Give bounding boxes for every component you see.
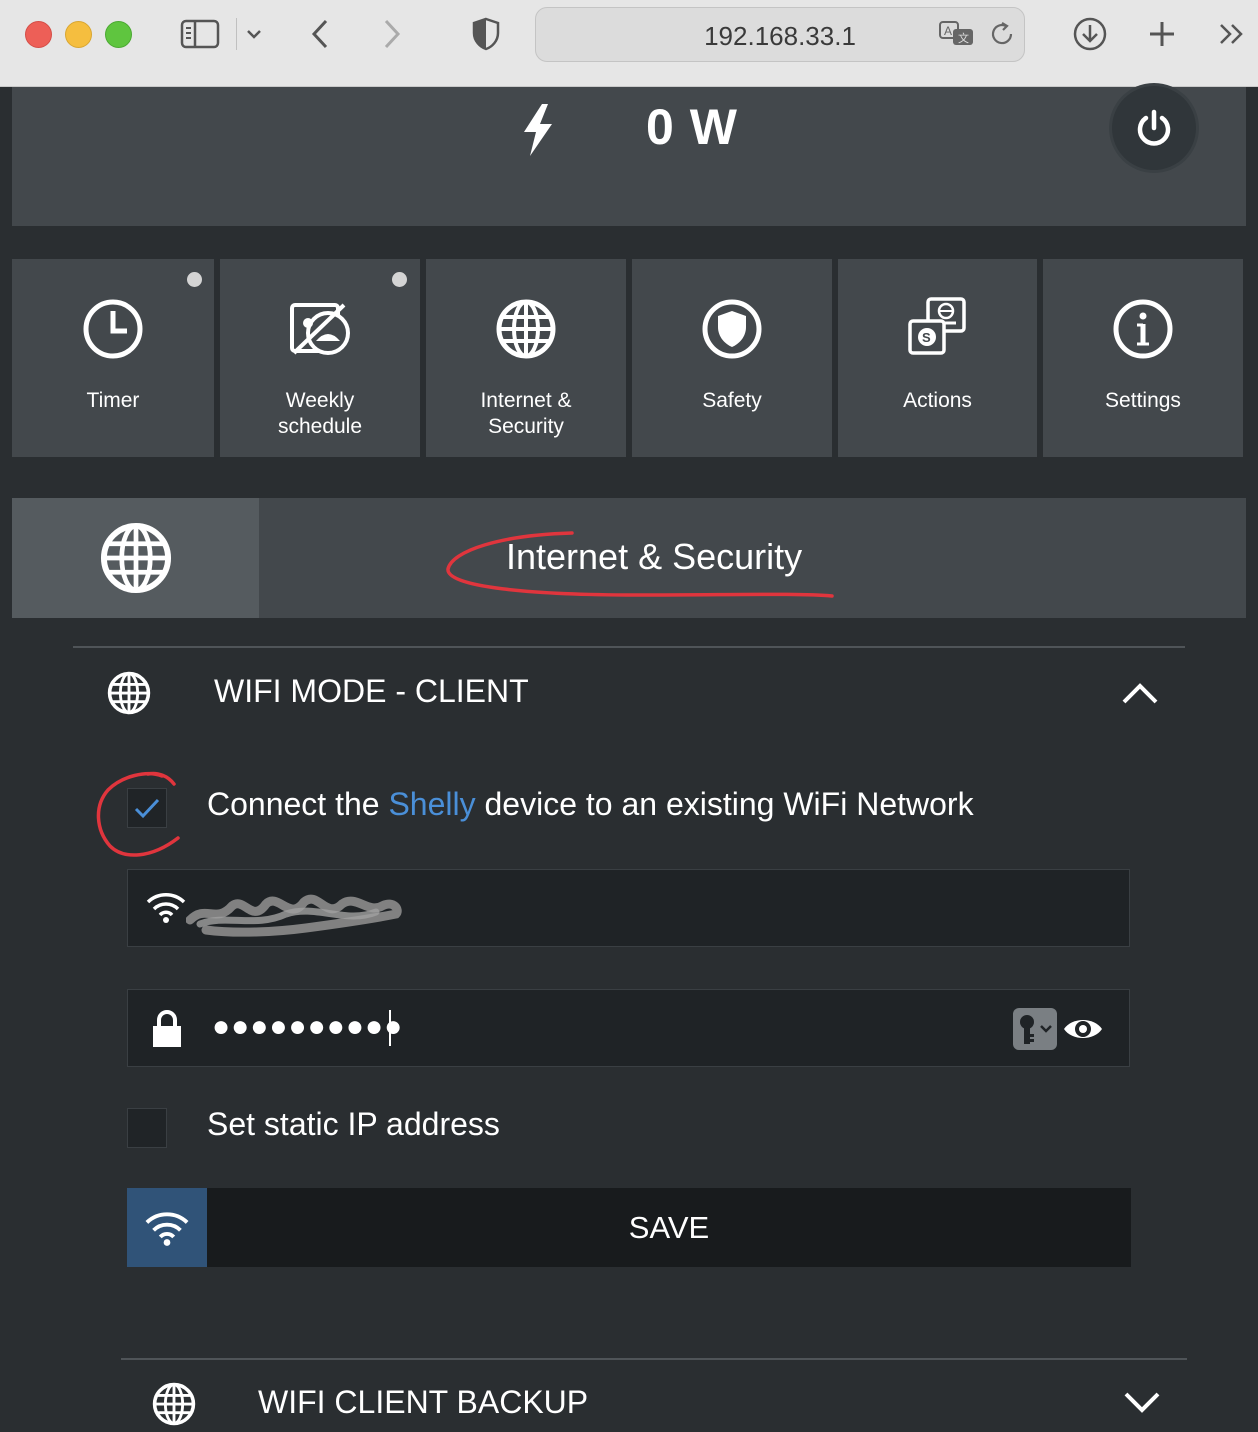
status-dot bbox=[187, 272, 202, 287]
static-ip-label[interactable]: Set static IP address bbox=[207, 1106, 500, 1143]
zoom-window-button[interactable] bbox=[105, 21, 132, 48]
translate-icon[interactable]: A文 bbox=[938, 20, 976, 53]
svg-text:A: A bbox=[944, 24, 952, 38]
redacted-ssid-scribble bbox=[186, 894, 402, 937]
red-annotation-circle bbox=[96, 771, 180, 857]
downloads-icon[interactable] bbox=[1070, 14, 1110, 54]
power-reading: 0 W bbox=[646, 99, 738, 155]
red-annotation-underline bbox=[446, 531, 834, 598]
tile-actions[interactable]: S Actions bbox=[838, 259, 1037, 457]
lightning-bolt-icon bbox=[520, 104, 556, 161]
connect-label-suffix: device to an existing WiFi Network bbox=[475, 786, 974, 822]
back-arrow-icon[interactable] bbox=[300, 14, 340, 54]
tile-settings[interactable]: Settings bbox=[1043, 259, 1243, 457]
tile-label: Weekly schedule bbox=[277, 389, 363, 438]
sidebar-toggle-icon[interactable] bbox=[180, 14, 220, 54]
info-icon bbox=[1043, 297, 1243, 361]
section-globe-icon bbox=[12, 498, 259, 618]
close-window-button[interactable] bbox=[25, 21, 52, 48]
tile-weekly-schedule[interactable]: Weekly schedule bbox=[220, 259, 420, 457]
tile-safety[interactable]: Safety bbox=[632, 259, 832, 457]
save-label: SAVE bbox=[628, 1210, 710, 1245]
tile-internet-security[interactable]: Internet & Security bbox=[426, 259, 626, 457]
text-cursor bbox=[389, 1010, 391, 1046]
save-wifi-icon bbox=[127, 1188, 207, 1267]
tile-label: Timer bbox=[86, 389, 140, 412]
tile-label: Actions bbox=[903, 389, 972, 412]
save-button[interactable]: SAVE bbox=[127, 1188, 1131, 1267]
chevron-up-icon[interactable] bbox=[1120, 676, 1160, 713]
lock-icon bbox=[152, 1010, 182, 1053]
ssid-field[interactable] bbox=[127, 869, 1130, 947]
svg-text:文: 文 bbox=[958, 31, 969, 45]
privacy-shield-icon[interactable] bbox=[466, 14, 506, 54]
forward-arrow-icon[interactable] bbox=[372, 14, 412, 54]
actions-icon: S bbox=[838, 297, 1037, 361]
chevron-down-icon[interactable] bbox=[1122, 1388, 1162, 1423]
tile-label: Internet & Security bbox=[480, 389, 572, 438]
new-tab-plus-icon[interactable] bbox=[1142, 14, 1182, 54]
static-ip-checkbox[interactable] bbox=[127, 1108, 167, 1148]
accordion-divider bbox=[73, 646, 1185, 648]
password-field[interactable]: ●●●●●●●●●● bbox=[127, 989, 1130, 1067]
wifi-icon bbox=[146, 890, 186, 929]
power-icon bbox=[1137, 109, 1171, 146]
chevron-down-icon[interactable] bbox=[236, 14, 272, 54]
power-header-panel bbox=[12, 87, 1246, 226]
more-toolbar-chevrons-icon[interactable] bbox=[1212, 14, 1252, 54]
wifi-client-globe-icon bbox=[106, 670, 152, 721]
minimize-window-button[interactable] bbox=[65, 21, 92, 48]
wifi-client-title[interactable]: WIFI MODE - CLIENT bbox=[214, 673, 529, 710]
browser-toolbar: 192.168.33.1 A文 bbox=[0, 0, 1258, 87]
power-toggle-button[interactable] bbox=[1112, 86, 1196, 170]
tile-label: Safety bbox=[702, 389, 762, 412]
schedule-off-icon bbox=[220, 297, 420, 361]
brand-name: Shelly bbox=[388, 786, 476, 822]
tile-label: Settings bbox=[1105, 389, 1181, 412]
wifi-backup-title[interactable]: WIFI CLIENT BACKUP bbox=[258, 1384, 588, 1421]
address-bar[interactable]: 192.168.33.1 A文 bbox=[535, 7, 1025, 62]
show-password-eye-icon[interactable] bbox=[1062, 1014, 1104, 1049]
connect-wifi-label[interactable]: Connect the Shelly device to an existing… bbox=[207, 786, 974, 823]
globe-icon bbox=[426, 297, 626, 361]
tile-timer[interactable]: Timer bbox=[12, 259, 214, 457]
accordion-divider bbox=[121, 1358, 1187, 1360]
password-manager-key-icon[interactable] bbox=[1013, 1008, 1057, 1050]
connect-label-prefix: Connect the bbox=[207, 786, 389, 822]
svg-text:S: S bbox=[922, 330, 931, 345]
shield-icon bbox=[632, 297, 832, 361]
wifi-backup-globe-icon bbox=[151, 1381, 197, 1432]
password-value: ●●●●●●●●●● bbox=[212, 1010, 404, 1043]
reload-icon[interactable] bbox=[988, 20, 1016, 53]
clock-icon bbox=[12, 297, 214, 361]
status-dot bbox=[392, 272, 407, 287]
